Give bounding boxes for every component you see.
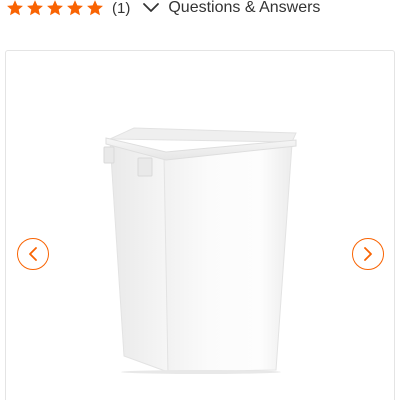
star-rating[interactable] (6, 0, 106, 17)
star-icon (27, 0, 43, 16)
star-icon (87, 0, 103, 16)
star-icon (47, 0, 63, 16)
next-image-button[interactable] (352, 238, 384, 270)
star-icon (7, 0, 23, 16)
review-count-link[interactable]: (1) (112, 0, 130, 17)
chevron-down-icon (143, 3, 160, 12)
questions-answers-label: Questions & Answers (168, 0, 321, 16)
product-page: (1) Questions & Answers (0, 0, 400, 400)
chevron-right-icon (364, 247, 372, 261)
previous-image-button[interactable] (17, 238, 49, 270)
questions-answers-toggle[interactable]: Questions & Answers (142, 0, 320, 17)
star-icon (67, 0, 83, 16)
chevron-left-icon (29, 247, 37, 261)
product-image[interactable] (96, 124, 306, 374)
rating-row: (1) Questions & Answers (6, 0, 320, 19)
